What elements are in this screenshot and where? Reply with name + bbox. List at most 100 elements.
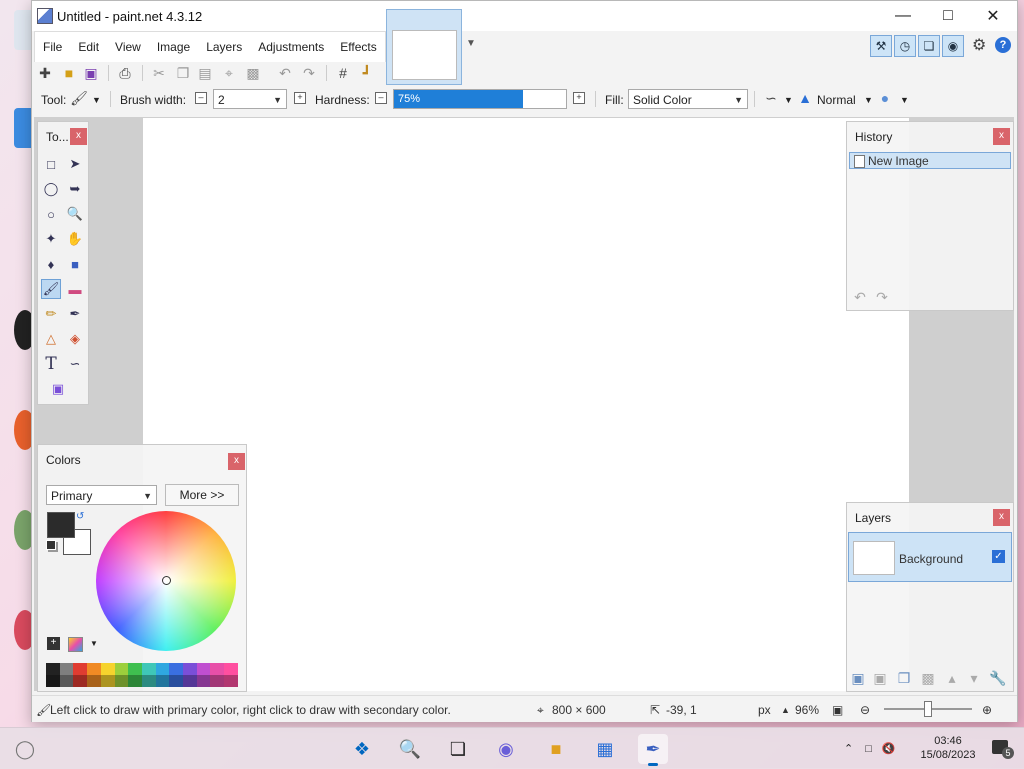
eraser-icon[interactable]: ▬ bbox=[65, 279, 85, 299]
network-icon[interactable]: □ bbox=[865, 743, 872, 755]
hardness-decrease-button[interactable]: – bbox=[375, 92, 387, 104]
clock[interactable]: 03:46 15/08/2023 bbox=[918, 734, 978, 762]
hardness-increase-button[interactable]: + bbox=[573, 92, 585, 104]
palette-swatch[interactable] bbox=[155, 663, 170, 675]
units-select[interactable]: px bbox=[758, 703, 771, 717]
undo-icon[interactable]: ↶ bbox=[276, 64, 294, 82]
menu-edit[interactable]: Edit bbox=[70, 32, 107, 62]
pencil-icon[interactable]: ✏ bbox=[41, 304, 61, 324]
search-icon[interactable]: 🔍 bbox=[395, 734, 425, 764]
selection-clipping-dropdown-icon[interactable]: ▼ bbox=[900, 95, 909, 105]
copy-icon[interactable]: ❐ bbox=[174, 64, 192, 82]
image-canvas[interactable] bbox=[143, 118, 909, 691]
blend-mode-dropdown-icon[interactable]: ▼ bbox=[864, 95, 873, 105]
chevron-down-icon[interactable]: ▼ bbox=[273, 90, 282, 110]
microsoft-store-icon[interactable]: ▦ bbox=[590, 734, 620, 764]
history-undo-icon[interactable]: ↶ bbox=[851, 288, 869, 306]
tools-panel-close-icon[interactable]: x bbox=[70, 128, 87, 145]
text-tool-icon[interactable]: T bbox=[41, 354, 61, 374]
delete-layer-icon[interactable]: ▣ bbox=[871, 669, 889, 687]
paste-icon[interactable]: ▤ bbox=[196, 64, 214, 82]
deselect-icon[interactable]: ▩ bbox=[244, 64, 262, 82]
task-view-icon[interactable]: ❏ bbox=[443, 734, 473, 764]
palette-swatch[interactable] bbox=[224, 675, 238, 687]
palette-icon[interactable] bbox=[68, 637, 83, 652]
open-folder-icon[interactable]: ■ bbox=[60, 64, 78, 82]
chevron-up-icon[interactable]: ⌃ bbox=[844, 742, 853, 755]
palette-swatch[interactable] bbox=[114, 675, 129, 687]
print-icon[interactable]: ⎙ bbox=[116, 64, 134, 82]
selection-clipping-icon[interactable]: ● bbox=[876, 89, 894, 107]
palette-swatch[interactable] bbox=[141, 675, 156, 687]
redo-icon[interactable]: ↷ bbox=[300, 64, 318, 82]
palette-swatch[interactable] bbox=[196, 663, 211, 675]
palette-swatch[interactable] bbox=[169, 675, 184, 687]
widgets-icon[interactable]: ◯ bbox=[10, 734, 40, 764]
chevron-down-icon[interactable]: ▼ bbox=[466, 38, 476, 49]
layer-properties-icon[interactable]: 🔧 bbox=[989, 669, 1007, 687]
brush-width-increase-button[interactable]: + bbox=[294, 92, 306, 104]
blend-mode-value[interactable]: Normal bbox=[817, 93, 856, 107]
zoom-icon[interactable]: 🔍 bbox=[65, 204, 85, 224]
pan-hand-icon[interactable]: ✋ bbox=[65, 229, 85, 249]
volume-muted-icon[interactable]: 🔇 bbox=[882, 742, 896, 755]
history-redo-icon[interactable]: ↷ bbox=[873, 288, 891, 306]
palette-swatch[interactable] bbox=[87, 675, 101, 687]
history-panel-close-icon[interactable]: x bbox=[993, 128, 1010, 145]
paintbrush-icon[interactable]: 🖌 bbox=[70, 89, 88, 107]
palette-swatch[interactable] bbox=[169, 663, 184, 675]
move-layer-down-icon[interactable]: ▾ bbox=[965, 669, 983, 687]
palette-swatch[interactable] bbox=[224, 663, 238, 675]
menu-view[interactable]: View bbox=[107, 32, 149, 62]
hardness-slider[interactable]: 75% bbox=[393, 89, 567, 109]
swap-colors-icon[interactable]: ↺ bbox=[76, 511, 84, 522]
menu-layers[interactable]: Layers bbox=[198, 32, 250, 62]
recolor-icon[interactable]: ◈ bbox=[65, 329, 85, 349]
antialiasing-icon[interactable]: ∽ bbox=[762, 89, 780, 107]
duplicate-layer-icon[interactable]: ❐ bbox=[895, 669, 913, 687]
tool-dropdown-icon[interactable]: ▼ bbox=[92, 95, 101, 105]
file-explorer-icon[interactable]: ■ bbox=[541, 734, 571, 764]
move-selected-icon[interactable]: ➤ bbox=[65, 154, 85, 174]
ruler-icon[interactable]: ┛ bbox=[358, 64, 376, 82]
brush-width-decrease-button[interactable]: – bbox=[195, 92, 207, 104]
zoom-out-icon[interactable]: ⊖ bbox=[860, 703, 870, 717]
add-color-icon[interactable]: + bbox=[47, 637, 60, 650]
more-colors-button[interactable]: More >> bbox=[165, 484, 239, 506]
palette-swatch[interactable] bbox=[196, 675, 211, 687]
palette-swatch[interactable] bbox=[73, 675, 88, 687]
primary-color-swatch[interactable] bbox=[47, 512, 75, 538]
move-selection-icon[interactable]: ➥ bbox=[65, 179, 85, 199]
tools-toggle-icon[interactable]: ⚒ bbox=[870, 35, 892, 57]
chevron-down-icon[interactable]: ▼ bbox=[734, 90, 743, 110]
save-icon[interactable]: ▣ bbox=[82, 64, 100, 82]
palette-swatch[interactable] bbox=[128, 663, 142, 675]
line-curve-icon[interactable]: ∽ bbox=[65, 354, 85, 374]
chevron-down-icon[interactable]: ▼ bbox=[143, 486, 152, 506]
merge-layer-icon[interactable]: ▩ bbox=[919, 669, 937, 687]
palette-swatch[interactable] bbox=[73, 663, 88, 675]
palette-swatch[interactable] bbox=[114, 663, 129, 675]
shapes-icon[interactable]: ▣ bbox=[48, 379, 68, 399]
antialiasing-dropdown-icon[interactable]: ▼ bbox=[784, 95, 793, 105]
gradient-icon[interactable]: ■ bbox=[65, 254, 85, 274]
start-button[interactable]: ❖ bbox=[347, 734, 377, 764]
title-bar[interactable]: Untitled - paint.net 4.3.12 — □ ✕ bbox=[32, 1, 1017, 31]
color-mode-select[interactable]: Primary ▼ bbox=[46, 485, 157, 505]
palette-swatch[interactable] bbox=[59, 675, 74, 687]
chat-icon[interactable]: ◉ bbox=[491, 734, 521, 764]
palette-swatch[interactable] bbox=[141, 663, 156, 675]
grid-icon[interactable]: # bbox=[334, 64, 352, 82]
palette-swatch[interactable] bbox=[128, 675, 142, 687]
palette-swatch[interactable] bbox=[155, 675, 170, 687]
menu-effects[interactable]: Effects bbox=[332, 32, 384, 62]
layer-row[interactable]: Background ✓ bbox=[848, 532, 1012, 582]
palette-swatch[interactable] bbox=[87, 663, 101, 675]
units-dropdown-icon[interactable]: ▲ bbox=[781, 705, 790, 715]
help-icon[interactable]: ? bbox=[995, 37, 1011, 53]
color-picker-icon[interactable]: ✒ bbox=[65, 304, 85, 324]
color-wheel-cursor[interactable] bbox=[162, 576, 171, 585]
reset-colors-icon[interactable] bbox=[46, 540, 56, 550]
new-image-icon[interactable]: ✚ bbox=[36, 64, 54, 82]
paintnet-taskbar-icon[interactable]: ✒ bbox=[638, 734, 668, 766]
